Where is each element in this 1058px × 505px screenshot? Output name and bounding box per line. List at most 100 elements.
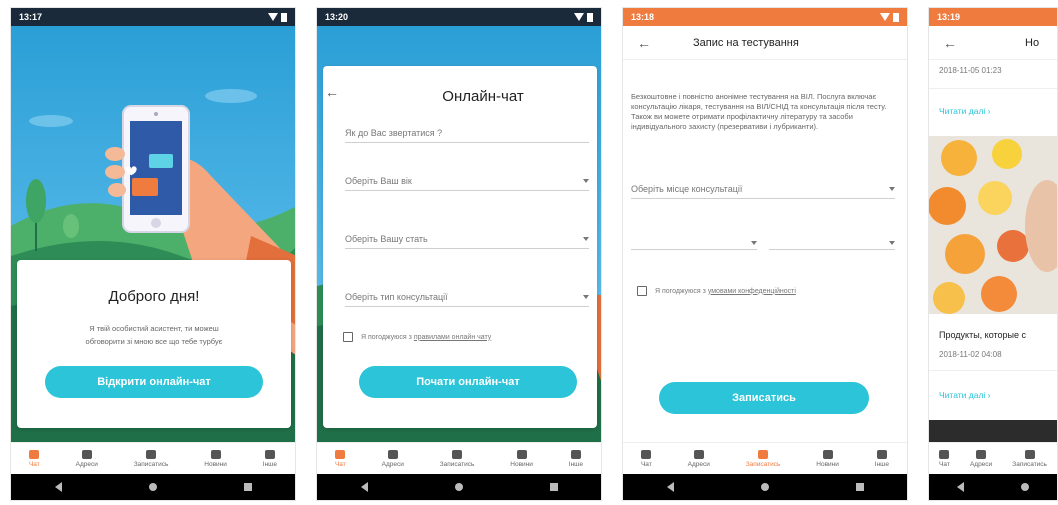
greeting-card: Доброго дня! Я твій особистий асистент, … — [17, 260, 291, 428]
addresses-icon — [976, 449, 987, 459]
caret-down-icon — [583, 237, 589, 241]
back-arrow-icon[interactable]: ← — [325, 84, 339, 100]
wifi-icon — [574, 13, 584, 21]
nav-item-news[interactable]: Новини — [510, 449, 533, 468]
nav-item-more[interactable]: Інше — [569, 449, 583, 468]
news-icon — [822, 449, 833, 459]
nav-item-more[interactable]: Інше — [875, 449, 889, 468]
submit-signup-button[interactable]: Записатись — [659, 382, 869, 414]
time-select[interactable] — [769, 238, 895, 250]
chat-rules-link[interactable]: правилами онлайн чату — [414, 334, 491, 341]
nav-item-signup[interactable]: Записатись — [440, 449, 474, 468]
open-chat-button[interactable]: Відкрити онлайн-чат — [45, 366, 263, 398]
home-icon[interactable] — [760, 483, 769, 491]
read-more-link[interactable]: Читати далі › — [939, 106, 991, 116]
agree-checkbox[interactable] — [343, 332, 353, 342]
nav-item-addresses[interactable]: Адреси — [970, 449, 992, 468]
nav-item-addresses[interactable]: Адреси — [688, 449, 710, 468]
signup-icon — [452, 449, 463, 459]
name-input[interactable]: Як до Вас звертатися ? — [345, 128, 589, 143]
status-bar: 13:20 — [317, 8, 601, 26]
back-icon[interactable] — [957, 482, 965, 492]
bottom-nav: Чат Адреси Записатись Новини Інше — [317, 442, 601, 474]
consultation-type-select[interactable]: Оберіть тип консультації — [345, 292, 589, 307]
home-icon[interactable] — [148, 483, 157, 491]
nav-item-news[interactable]: Новини — [204, 449, 227, 468]
nav-item-chat[interactable]: Чат — [641, 449, 652, 468]
start-chat-button[interactable]: Почати онлайн-чат — [359, 366, 577, 398]
battery-icon — [281, 12, 287, 22]
recents-icon[interactable] — [549, 483, 558, 491]
nav-item-addresses[interactable]: Адреси — [76, 449, 98, 468]
news-date: 2018-11-02 04:08 — [939, 350, 1002, 359]
news-title[interactable]: Продукты, которые с — [939, 330, 1026, 340]
nav-item-signup[interactable]: Записатись — [1012, 449, 1047, 468]
wifi-icon — [268, 13, 278, 21]
android-nav-bar — [623, 474, 907, 500]
nav-item-signup[interactable]: Записатись — [134, 449, 168, 468]
back-icon[interactable] — [666, 482, 674, 492]
date-select[interactable] — [631, 238, 757, 250]
nav-item-addresses[interactable]: Адреси — [382, 449, 404, 468]
back-arrow-icon[interactable]: ← — [637, 35, 651, 51]
page-title: Онлайн-чат — [442, 88, 524, 105]
status-time: 13:18 — [631, 12, 655, 22]
consultation-place-select[interactable]: Оберіть місце консультації — [631, 184, 895, 199]
greeting-text-line-1: Я твій особистий асистент, ти можеш — [89, 324, 219, 333]
wifi-icon — [880, 13, 890, 21]
bottom-nav: Чат Адреси Записатись — [929, 442, 1057, 474]
screenshot-stage: 13:17 Доброго дня! Я твій особистий асис… — [0, 0, 1058, 505]
chat-icon — [335, 449, 346, 459]
android-nav-bar — [929, 474, 1057, 500]
signup-icon — [758, 449, 769, 459]
privacy-terms-link[interactable]: умовами конфеденційності — [708, 288, 796, 295]
caret-down-icon — [751, 241, 757, 245]
chat-icon — [641, 449, 652, 459]
nav-item-chat[interactable]: Чат — [335, 449, 346, 468]
recents-icon[interactable] — [243, 483, 252, 491]
phone-screen-test-signup: 13:18 ← Запис на тестування Безкоштовне … — [622, 7, 908, 501]
bottom-nav: Чат Адреси Записатись Новини Інше — [11, 442, 295, 474]
news-image[interactable] — [929, 136, 1057, 314]
news-icon — [210, 449, 221, 459]
battery-icon — [587, 12, 593, 22]
nav-item-news[interactable]: Новини — [816, 449, 839, 468]
menu-icon — [570, 449, 581, 459]
testing-description: Безкоштовне і повністю анонімне тестуван… — [631, 92, 887, 131]
caret-down-icon — [889, 241, 895, 245]
caret-down-icon — [889, 187, 895, 191]
caret-down-icon — [583, 295, 589, 299]
recents-icon[interactable] — [855, 483, 864, 491]
nav-item-signup[interactable]: Записатись — [746, 449, 780, 468]
page-title: Но — [1025, 36, 1040, 49]
phone-screen-welcome: 13:17 Доброго дня! Я твій особистий асис… — [10, 7, 296, 501]
gender-select[interactable]: Оберіть Вашу стать — [345, 234, 589, 249]
bottom-nav: Чат Адреси Записатись Новини Інше — [623, 442, 907, 474]
home-icon[interactable] — [454, 483, 463, 491]
citrus-photo — [929, 139, 1057, 314]
nav-item-chat[interactable]: Чат — [29, 449, 40, 468]
chat-icon — [29, 449, 40, 459]
back-icon[interactable] — [360, 482, 368, 492]
read-more-link[interactable]: Читати далі › — [939, 390, 991, 400]
back-arrow-icon[interactable]: ← — [943, 35, 957, 51]
nav-item-chat[interactable]: Чат — [939, 449, 950, 468]
chat-icon — [939, 449, 950, 459]
home-icon[interactable] — [1020, 483, 1029, 491]
screen-header: ← Но — [929, 26, 1057, 60]
phone-screen-news: 13:19 ← Но 2018-11-05 01:23 Читати далі … — [928, 7, 1058, 501]
news-icon — [516, 449, 527, 459]
news-date: 2018-11-05 01:23 — [939, 66, 1002, 75]
greeting-text-line-2: обговорити зі мною все що тебе турбує — [85, 337, 223, 346]
menu-icon — [876, 449, 887, 459]
agree-chat-rules-row: Я погоджуюся з правилами онлайн чату — [343, 332, 491, 342]
addresses-icon — [387, 449, 398, 459]
phone-screen-online-chat: 13:20 ← Онлайн-чат Як до Вас звертатися … — [316, 7, 602, 501]
agree-checkbox[interactable] — [637, 286, 647, 296]
chat-form-card: ← Онлайн-чат Як до Вас звертатися ? Обер… — [323, 66, 597, 428]
android-nav-bar — [11, 474, 295, 500]
back-icon[interactable] — [54, 482, 62, 492]
nav-item-more[interactable]: Інше — [263, 449, 277, 468]
age-select[interactable]: Оберіть Ваш вік — [345, 176, 589, 191]
status-bar: 13:18 — [623, 8, 907, 26]
